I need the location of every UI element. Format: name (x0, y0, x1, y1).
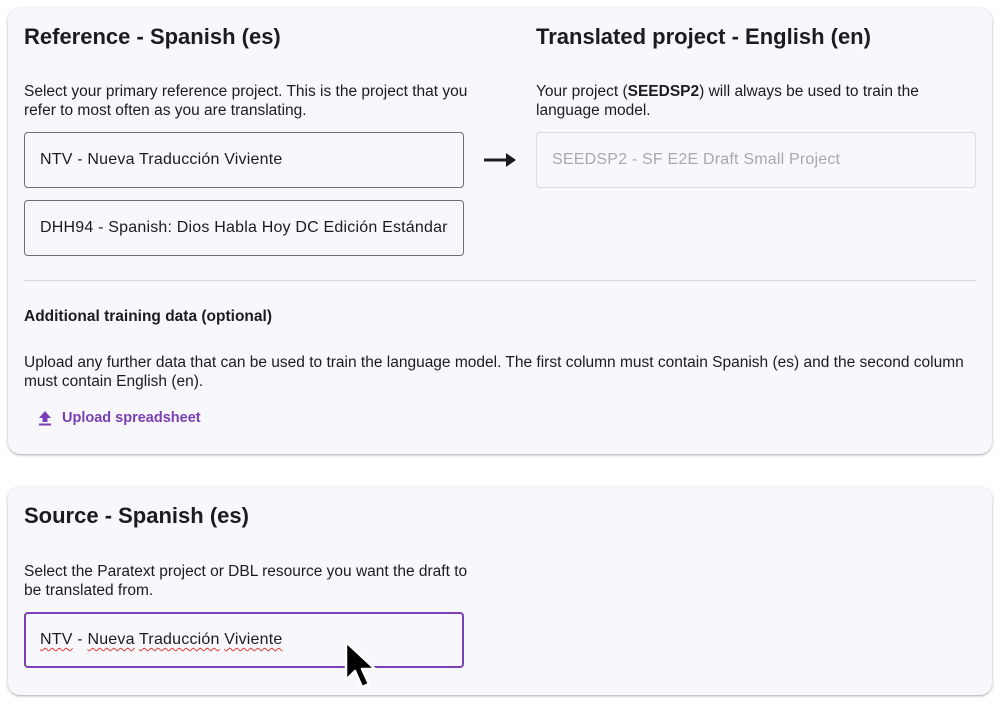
upload-icon (39, 411, 51, 426)
reference-description: Select your primary reference project. T… (24, 83, 468, 119)
translated-project-code: SEEDSP2 (627, 83, 700, 100)
spellcheck-word: NTV (40, 631, 73, 648)
reference-title: Reference - Spanish (es) (24, 24, 281, 49)
additional-training-title: Additional training data (optional) (24, 308, 272, 325)
source-title: Source - Spanish (es) (24, 503, 249, 528)
section-divider (24, 280, 976, 281)
reference-card: Reference - Spanish (es) Translated proj… (8, 8, 992, 454)
source-description: Select the Paratext project or DBL resou… (24, 563, 468, 599)
spellcheck-word: Nueva (87, 631, 135, 648)
upload-spreadsheet-button[interactable]: Upload spreadsheet (38, 410, 201, 426)
source-project-input[interactable]: NTV - Nueva Traducción Viviente (24, 612, 464, 668)
spellcheck-word: Traducción (139, 631, 220, 648)
source-card: Source - Spanish (es) Select the Paratex… (8, 487, 992, 695)
translated-title: Translated project - English (en) (536, 24, 871, 49)
secondary-reference-project-select[interactable]: DHH94 - Spanish: Dios Habla Hoy DC Edici… (24, 200, 464, 256)
translated-project-field: SEEDSP2 - SF E2E Draft Small Project (536, 132, 976, 188)
translated-description: Your project (SEEDSP2) will always be us… (536, 83, 919, 119)
reference-project-select[interactable]: NTV - Nueva Traducción Viviente (24, 132, 464, 188)
arrow-right-icon (484, 153, 516, 167)
upload-spreadsheet-label: Upload spreadsheet (62, 410, 201, 426)
spellcheck-word: Viviente (224, 631, 283, 648)
additional-training-description: Upload any further data that can be used… (24, 354, 964, 390)
